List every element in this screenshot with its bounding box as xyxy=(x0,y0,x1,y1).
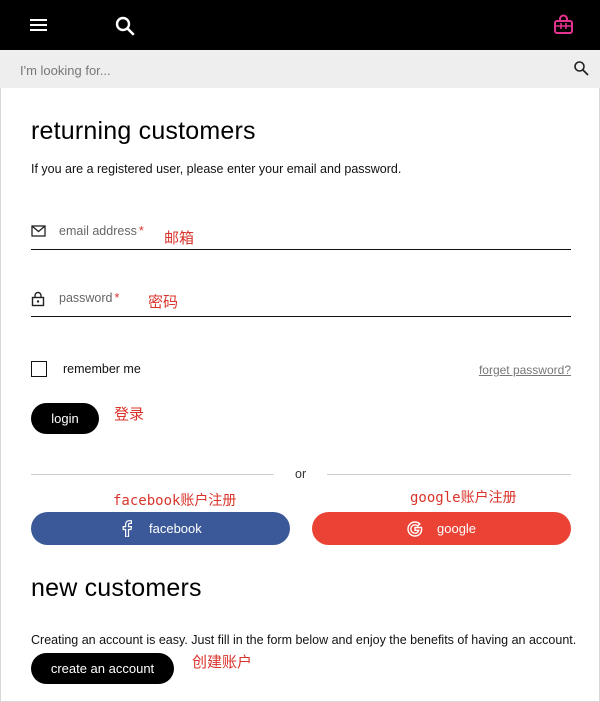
search-icon[interactable] xyxy=(114,15,136,37)
password-underline xyxy=(31,316,571,317)
envelope-icon xyxy=(31,224,47,240)
divider-right xyxy=(327,474,571,475)
top-navigation-bar xyxy=(0,0,600,50)
facebook-button-label: facebook xyxy=(149,521,202,536)
create-account-button[interactable]: create an account xyxy=(31,653,174,684)
password-annotation: 密码 xyxy=(148,293,179,311)
remember-me-checkbox[interactable] xyxy=(31,361,47,377)
facebook-annotation: facebook账户注册 xyxy=(113,493,237,509)
hamburger-menu-icon[interactable] xyxy=(30,17,48,33)
google-button-label: google xyxy=(437,521,477,536)
returning-customers-title: returning customers xyxy=(31,117,256,145)
new-customers-title: new customers xyxy=(31,574,202,602)
email-annotation: 邮箱 xyxy=(164,229,195,247)
new-customers-text: Creating an account is easy. Just fill i… xyxy=(31,632,577,647)
email-field[interactable] xyxy=(59,226,563,248)
shopping-bag-icon[interactable] xyxy=(552,14,576,36)
password-field[interactable] xyxy=(59,293,563,315)
divider-left xyxy=(31,474,274,475)
search-bar xyxy=(0,50,600,88)
lock-icon xyxy=(31,291,47,307)
search-submit-icon[interactable] xyxy=(573,60,589,76)
or-label: or xyxy=(295,467,307,481)
returning-customers-subtitle: If you are a registered user, please ent… xyxy=(31,162,402,176)
login-button[interactable]: login xyxy=(31,403,99,434)
facebook-icon xyxy=(122,520,132,537)
facebook-button[interactable]: facebook xyxy=(31,512,290,545)
remember-me-label: remember me xyxy=(63,362,141,376)
search-input[interactable] xyxy=(18,58,562,82)
google-annotation: google账户注册 xyxy=(410,490,517,506)
forget-password-link[interactable]: forget password? xyxy=(479,363,571,377)
google-icon xyxy=(407,521,423,537)
google-button[interactable]: google xyxy=(312,512,571,545)
create-account-annotation: 创建账户 xyxy=(192,653,253,671)
email-underline xyxy=(31,249,571,250)
login-annotation: 登录 xyxy=(114,405,145,423)
